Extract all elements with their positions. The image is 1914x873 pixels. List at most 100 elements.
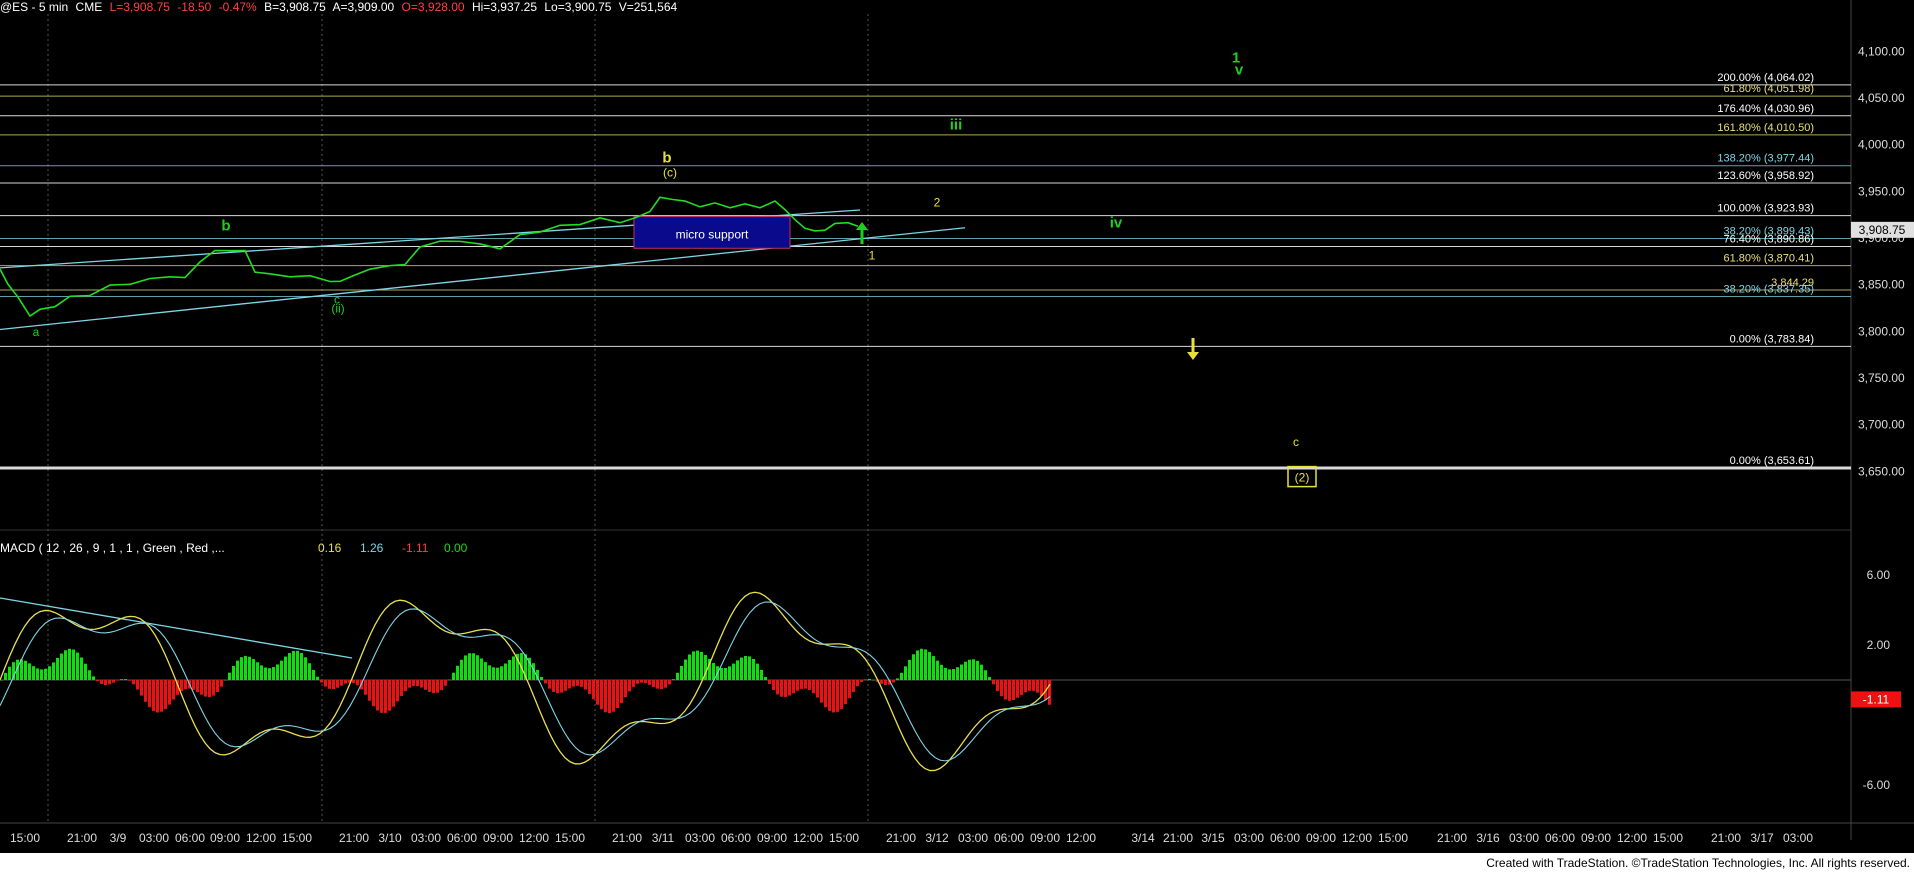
x-tick-label: 3/11 (652, 831, 675, 845)
macd-value: -1.11 (402, 541, 429, 555)
wave-label: (2) (1295, 471, 1310, 485)
x-tick-label: 3/17 (1750, 831, 1774, 845)
macd-histogram-bar (272, 667, 275, 680)
macd-histogram-bar (808, 680, 811, 691)
macd-histogram-bar (276, 664, 279, 680)
macd-histogram-bar (732, 663, 735, 680)
x-tick-label: 12:00 (246, 831, 276, 845)
macd-histogram-bar (608, 680, 611, 714)
macd-histogram-bar (268, 668, 271, 680)
macd-histogram-bar (768, 680, 771, 685)
macd-histogram-bar (1012, 680, 1015, 700)
macd-histogram-bar (404, 680, 407, 692)
macd-histogram-bar (744, 656, 747, 680)
macd-histogram-bar (972, 659, 975, 680)
macd-histogram-bar (948, 669, 951, 680)
x-tick-label: 12:00 (1617, 831, 1647, 845)
macd-histogram-bar (480, 658, 483, 680)
wave-label: v (1235, 62, 1244, 79)
macd-histogram-bar (956, 667, 959, 680)
macd-histogram-bar (848, 680, 851, 699)
x-tick-label: 03:00 (1509, 831, 1539, 845)
macd-histogram-bar (672, 679, 675, 680)
macd-histogram-bar (144, 680, 147, 702)
macd-histogram-bar (988, 677, 991, 680)
macd-histogram-bar (320, 680, 323, 683)
macd-histogram-bar (196, 680, 199, 693)
macd-histogram-bar (248, 656, 251, 680)
macd-histogram-bar (612, 680, 615, 712)
macd-histogram-bar (452, 672, 455, 680)
wave-label: c (1293, 435, 1299, 449)
macd-histogram-bar (864, 679, 867, 681)
macd-histogram-bar (720, 667, 723, 680)
macd-histogram-bar (224, 679, 227, 681)
macd-histogram-bar (228, 672, 231, 680)
macd-histogram-bar (356, 680, 359, 686)
macd-histogram-bar (548, 680, 551, 689)
macd-histogram-bar (1016, 680, 1019, 698)
macd-histogram-bar (616, 680, 619, 709)
y-tick-label: 4,000.00 (1858, 138, 1905, 152)
macd-histogram-bar (860, 680, 863, 682)
macd-histogram-bar (832, 680, 835, 713)
macd-histogram-bar (416, 680, 419, 687)
macd-histogram-bar (92, 676, 95, 680)
macd-histogram-bar (596, 680, 599, 705)
macd-histogram-bar (484, 662, 487, 680)
macd-histogram-bar (152, 680, 155, 711)
macd-histogram-bar (508, 659, 511, 680)
wave-label: b (662, 149, 671, 166)
macd-histogram-bar (872, 679, 875, 681)
macd-histogram-bar (1048, 680, 1051, 705)
macd-histogram-bar (772, 680, 775, 691)
macd-histogram-bar (464, 655, 467, 680)
macd-histogram-bar (688, 654, 691, 680)
macd-histogram-bar (220, 680, 223, 687)
macd-histogram-bar (328, 680, 331, 689)
macd-histogram-bar (336, 680, 339, 688)
macd-histogram-bar (364, 680, 367, 695)
x-tick-label: 12:00 (793, 831, 823, 845)
macd-histogram-bar (352, 680, 355, 684)
macd-histogram-bar (504, 663, 507, 680)
wave-label: iv (1110, 215, 1123, 232)
x-tick-label: 03:00 (411, 831, 441, 845)
fib-label: 0.00% (3,653.61) (1730, 455, 1814, 467)
macd-histogram-bar (632, 680, 635, 687)
last-price: L=3,908.75 (109, 0, 170, 14)
y-tick-label: 3,750.00 (1858, 371, 1905, 385)
macd-histogram-bar (60, 653, 63, 680)
macd-histogram-bar (396, 680, 399, 702)
macd-histogram-bar (496, 667, 499, 680)
macd-histogram-bar (564, 680, 567, 691)
macd-histogram-bar (72, 649, 75, 680)
macd-histogram-bar (660, 680, 663, 690)
macd-histogram-bar (264, 667, 267, 680)
macd-histogram-bar (880, 680, 883, 684)
macd-histogram-bar (8, 666, 11, 680)
macd-histogram-bar (100, 680, 103, 685)
x-tick-label: 3/14 (1131, 831, 1155, 845)
macd-histogram-bar (428, 680, 431, 692)
volume: V=251,564 (618, 0, 678, 14)
macd-histogram-bar (456, 665, 459, 680)
macd-histogram-bar (824, 680, 827, 708)
x-tick-label: 12:00 (1066, 831, 1096, 845)
macd-histogram-bar (896, 678, 899, 680)
macd-histogram-bar (256, 662, 259, 680)
macd-histogram-bar (740, 657, 743, 680)
macd-histogram-bar (288, 653, 291, 680)
y-tick-label: 3,950.00 (1858, 184, 1905, 198)
fib-label: 61.80% (4,051.98) (1723, 83, 1814, 95)
x-tick-label: 3/12 (925, 831, 949, 845)
macd-histogram-bar (172, 680, 175, 700)
macd-histogram-bar (984, 670, 987, 680)
x-tick-label: 03:00 (958, 831, 988, 845)
change-pct: -0.47% (218, 0, 257, 14)
x-tick-label: 06:00 (994, 831, 1024, 845)
chart-header: @ES - 5 min CME L=3,908.75 -18.50 -0.47%… (0, 0, 681, 14)
macd-histogram-bar (904, 666, 907, 680)
macd-histogram-bar (120, 679, 123, 680)
macd-histogram-bar (88, 670, 91, 680)
